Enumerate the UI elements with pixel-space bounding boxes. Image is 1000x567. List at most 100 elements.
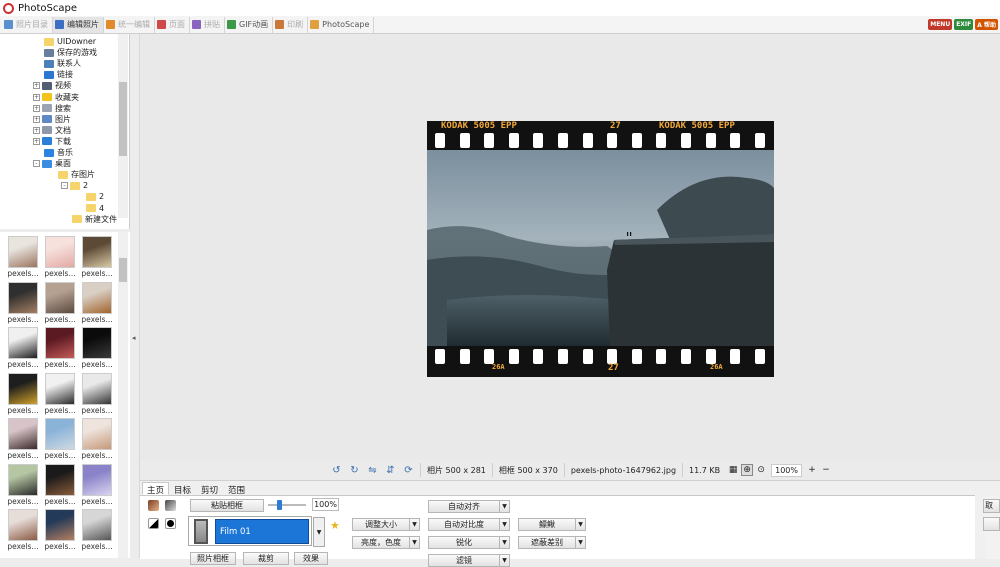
- thumbnail-street-crowd[interactable]: pexels...: [42, 418, 78, 462]
- resize-button[interactable]: 调整大小 ▼: [352, 518, 420, 531]
- tree-item[interactable]: 4: [86, 203, 104, 214]
- folder-tree[interactable]: UIDowner 保存的游戏 联系人 链接 + 视频 + 收藏夹 + 搜索 + 图片 + 文档 + 下载 音乐 -…: [0, 34, 130, 229]
- main-tab-2[interactable]: 统一编辑: [104, 16, 155, 33]
- frame-opacity-slider[interactable]: [268, 500, 306, 510]
- thumbnail-grey-cat[interactable]: pexels...: [79, 509, 115, 553]
- film-framed-photo[interactable]: KODAK 5005 EPP 27 KODAK 5005 EPP 26A 27 …: [427, 121, 774, 377]
- checker-background-icon[interactable]: ▦: [727, 464, 739, 476]
- right-edge-button-2[interactable]: [983, 517, 1000, 531]
- resize-dropdown-icon[interactable]: ▼: [409, 519, 419, 530]
- thumbnail-girl-red[interactable]: pexels...: [42, 327, 78, 371]
- thumbnail-woman-long-hair[interactable]: pexels...: [5, 418, 41, 462]
- brightness-dropdown-icon[interactable]: ▼: [409, 537, 419, 548]
- thumbnail-portrait-woman[interactable]: pexels...: [5, 236, 41, 280]
- thumbnail-dog-brown[interactable]: pexels...: [79, 281, 115, 326]
- tree-item[interactable]: + 文档: [33, 125, 71, 136]
- expand-icon[interactable]: +: [33, 137, 40, 145]
- frame-color-icon[interactable]: [148, 500, 159, 511]
- sharpen-dropdown-icon[interactable]: ▼: [499, 537, 509, 548]
- favorite-star-icon[interactable]: ★: [330, 519, 340, 532]
- thumbnail-husky-dog[interactable]: pexels...: [42, 372, 78, 417]
- photo-frame-button[interactable]: 照片相框: [190, 552, 236, 565]
- edit-tab-3[interactable]: 范围: [223, 482, 250, 496]
- bloom-dropdown-icon[interactable]: ▼: [575, 519, 585, 530]
- thumbnail-purple-landscape[interactable]: pexels...: [79, 463, 115, 508]
- thumbnail-man-suit[interactable]: pexels...: [5, 463, 41, 508]
- tree-item[interactable]: + 视频: [33, 80, 71, 91]
- thumbs-vertical-scrollbar[interactable]: [118, 232, 128, 558]
- tree-item[interactable]: 音乐: [44, 147, 73, 158]
- main-tab-1[interactable]: 编辑照片: [53, 16, 104, 33]
- paste-frame-button[interactable]: 粘贴相框: [190, 499, 264, 512]
- flip-vertical-icon[interactable]: ⇵: [384, 464, 397, 477]
- auto-level-dropdown-icon[interactable]: ▼: [499, 501, 509, 512]
- expand-icon[interactable]: +: [33, 93, 40, 101]
- collapse-arrow-icon[interactable]: ◂: [132, 334, 136, 342]
- rotate-right-icon[interactable]: ↻: [348, 464, 361, 477]
- expand-icon[interactable]: +: [33, 126, 40, 134]
- frame-dropdown-arrow-icon[interactable]: ▼: [313, 517, 325, 547]
- brightness-button[interactable]: 亮度，色度 ▼: [352, 536, 420, 549]
- photo-canvas[interactable]: KODAK 5005 EPP 27 KODAK 5005 EPP 26A 27 …: [140, 34, 1000, 460]
- round-corner-icon[interactable]: [148, 518, 159, 529]
- thumbnail-woman-blonde[interactable]: pexels...: [79, 418, 115, 462]
- zoom-fit-icon[interactable]: ⊕: [741, 464, 754, 476]
- backlight-button[interactable]: 遮蔽差别 ▼: [518, 536, 586, 549]
- expand-icon[interactable]: +: [33, 104, 40, 112]
- thumbnail-woman-portrait[interactable]: pexels...: [5, 509, 41, 553]
- thumbnail-man-blue-shirt[interactable]: pexels...: [42, 509, 78, 553]
- thumbnail-bearded-man[interactable]: pexels...: [5, 281, 41, 326]
- main-tab-0[interactable]: 照片目录: [2, 16, 53, 33]
- tree-item[interactable]: UIDowner: [44, 36, 96, 47]
- tree-item[interactable]: 链接: [44, 69, 73, 80]
- tree-item[interactable]: + 下载: [33, 136, 71, 147]
- tree-item[interactable]: + 搜索: [33, 103, 71, 114]
- tree-item[interactable]: 联系人: [44, 58, 81, 69]
- expand-icon[interactable]: +: [33, 82, 40, 90]
- thumbnail-couple-dark[interactable]: pexels...: [42, 463, 78, 508]
- zoom-out-icon[interactable]: −: [820, 464, 832, 476]
- main-tab-4[interactable]: 拼贴: [190, 16, 225, 33]
- expand-icon[interactable]: +: [33, 115, 40, 123]
- auto-contrast-dropdown-icon[interactable]: ▼: [499, 519, 509, 530]
- auto-level-button[interactable]: 自动对齐 ▼: [428, 500, 510, 513]
- tree-item[interactable]: + 图片: [33, 114, 71, 125]
- edit-tab-1[interactable]: 目标: [169, 482, 196, 496]
- effect-button[interactable]: 效果: [294, 552, 328, 565]
- edit-tab-0[interactable]: 主页: [142, 482, 170, 496]
- thumbnail-silhouette-head[interactable]: pexels...: [5, 327, 41, 371]
- main-tab-5[interactable]: GIF动画: [225, 16, 274, 33]
- tree-item[interactable]: -2: [61, 180, 88, 191]
- thumbnail-man-dark[interactable]: pexels...: [79, 236, 115, 280]
- backlight-dropdown-icon[interactable]: ▼: [575, 537, 585, 548]
- tree-item[interactable]: + 收藏夹: [33, 92, 79, 103]
- zoom-actual-icon[interactable]: ⊙: [755, 464, 767, 476]
- right-edge-button[interactable]: 取: [983, 499, 1000, 513]
- tree-item[interactable]: 存图片: [58, 169, 95, 180]
- thumbnail-couple[interactable]: pexels...: [42, 281, 78, 326]
- panel-splitter[interactable]: ◂: [130, 34, 140, 558]
- top-button-2[interactable]: A 帮助: [975, 19, 998, 30]
- thumbs-scroll-thumb[interactable]: [119, 258, 127, 282]
- thumbnail-yellow-jacket[interactable]: pexels...: [5, 372, 41, 417]
- frame-name[interactable]: Film 01: [215, 519, 309, 544]
- thumbnail-pink-hands[interactable]: pexels...: [42, 236, 78, 280]
- filter-button[interactable]: 滤镜 ▼: [428, 554, 510, 567]
- top-button-1[interactable]: EXIF: [954, 19, 974, 30]
- main-tab-7[interactable]: PhotoScape: [308, 16, 375, 33]
- frame-percent-field[interactable]: 100%: [312, 498, 339, 511]
- collapse-icon[interactable]: -: [61, 182, 68, 190]
- rotate-left-icon[interactable]: ↺: [330, 464, 343, 477]
- zoom-in-icon[interactable]: +: [806, 464, 818, 476]
- tree-scroll-thumb[interactable]: [119, 82, 127, 156]
- sharpen-button[interactable]: 锐化 ▼: [428, 536, 510, 549]
- tree-item[interactable]: 新建文件: [72, 214, 117, 225]
- main-tab-6[interactable]: 印刷: [273, 16, 309, 33]
- slider-knob[interactable]: [277, 500, 282, 510]
- tree-item[interactable]: 2: [86, 191, 104, 202]
- frame-line-icon[interactable]: [165, 518, 176, 529]
- zoom-level[interactable]: 100%: [771, 463, 802, 477]
- clip-button[interactable]: 裁剪: [243, 552, 289, 565]
- top-button-0[interactable]: MENU: [928, 19, 953, 30]
- thumbnail-dark-portrait[interactable]: pexels...: [79, 327, 115, 371]
